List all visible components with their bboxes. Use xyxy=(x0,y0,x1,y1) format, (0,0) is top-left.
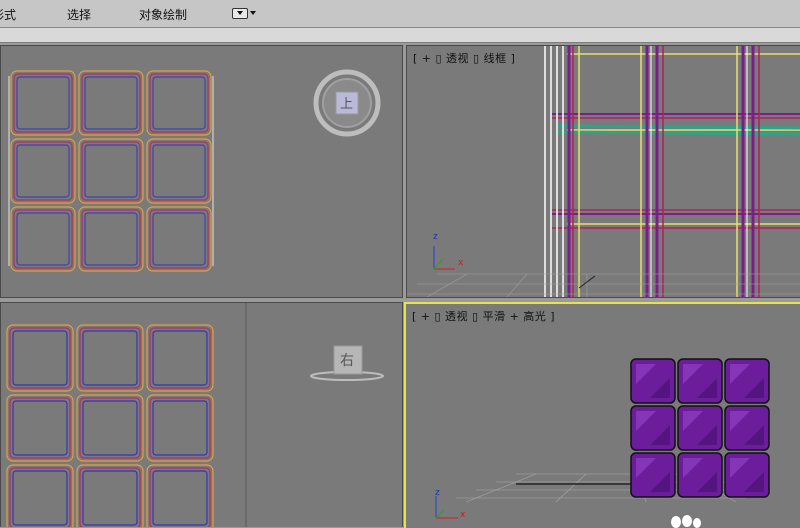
axis-z-label: z xyxy=(433,232,438,242)
display-dropdown-icon[interactable] xyxy=(232,8,248,19)
top-view-wireframe xyxy=(8,69,381,272)
menu-bar: 形式 选择 对象绘制 xyxy=(0,0,800,28)
toolbar-strip xyxy=(0,28,800,43)
axis-x-label: x xyxy=(458,258,464,268)
menu-item-format[interactable]: 形式 xyxy=(0,6,16,23)
viewport-left[interactable]: 右 xyxy=(0,302,403,527)
axis-z-label: z xyxy=(435,488,440,498)
menu-item-object-paint[interactable]: 对象绘制 xyxy=(139,6,187,23)
viewcube-label[interactable]: 右 xyxy=(340,350,354,370)
perspective-shaded-geometry xyxy=(435,358,770,528)
perspective-wireframe-geometry xyxy=(407,46,800,297)
menu-item-select[interactable]: 选择 xyxy=(67,6,91,23)
dropdown-arrow-icon[interactable] xyxy=(250,11,256,15)
axis-x-label: x xyxy=(460,510,466,520)
viewport-perspective-wireframe[interactable]: [ + ▯ 透视 ▯ 线框 ] z x xyxy=(406,45,800,298)
left-view-wireframe xyxy=(6,303,384,527)
viewcube-label[interactable]: 上 xyxy=(340,93,353,112)
viewport-top[interactable]: 上 xyxy=(0,45,403,298)
viewport-perspective-shaded[interactable]: [ + ▯ 透视 ▯ 平滑 + 高光 ] z x xyxy=(404,302,800,528)
